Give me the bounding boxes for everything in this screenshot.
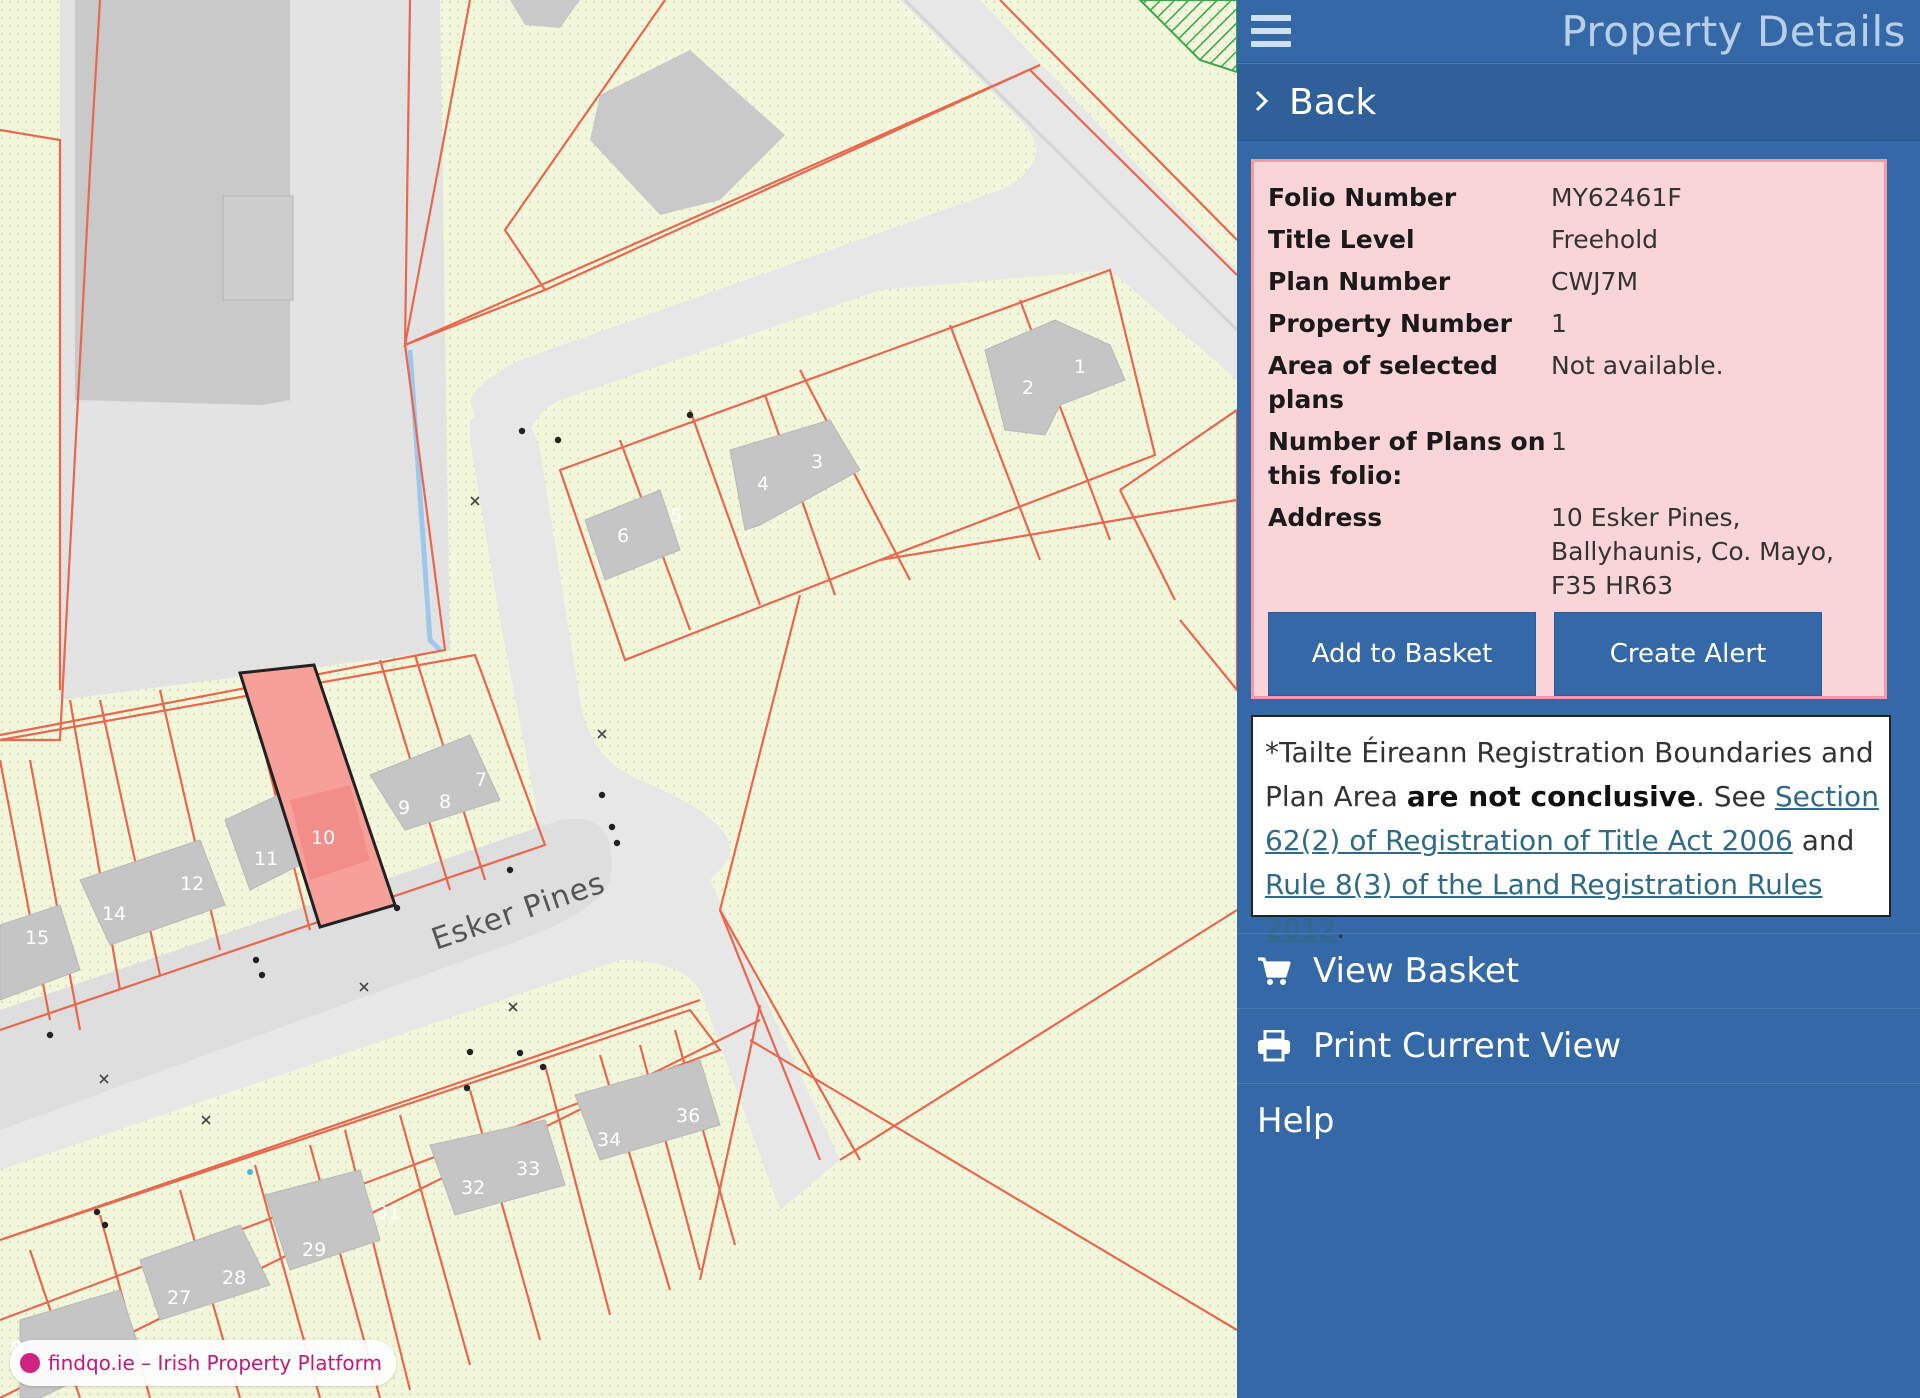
disclaimer-text: and (1792, 824, 1855, 857)
detail-value: MY62461F (1551, 183, 1682, 212)
house-number: 6 (617, 525, 629, 547)
house-number: 27 (167, 1287, 191, 1309)
watermark-text: findqo.ie – Irish Property Platform (48, 1351, 382, 1375)
house-number: 36 (676, 1105, 700, 1127)
house-number: 9 (398, 797, 410, 819)
detail-row: Folio Number MY62461F (1268, 178, 1870, 220)
print-current-view-label: Print Current View (1313, 1025, 1622, 1066)
house-number: 7 (475, 769, 487, 791)
detail-value: 10 Esker Pines, Ballyhaunis, Co. Mayo, F… (1551, 503, 1835, 600)
house-number: 28 (222, 1267, 246, 1289)
house-number: 12 (180, 873, 204, 895)
house-number: 32 (461, 1177, 485, 1199)
detail-key: Folio Number (1268, 183, 1457, 212)
detail-row: Address 10 Esker Pines, Ballyhaunis, Co.… (1268, 498, 1870, 608)
add-to-basket-button[interactable]: Add to Basket (1268, 612, 1536, 696)
action-buttons: Add to Basket Create Alert (1268, 612, 1870, 696)
back-label: Back (1289, 81, 1377, 123)
shopping-cart-icon (1257, 954, 1293, 988)
detail-row: Area of selected plans Not available. (1268, 346, 1870, 422)
house-number: 2 (1022, 377, 1034, 399)
house-number: 5 (670, 505, 682, 527)
details-table: Folio Number MY62461F Title Level Freeho… (1268, 178, 1870, 608)
house-number: 29 (302, 1239, 326, 1261)
map-view[interactable]: Esker Pines 1 2 3 4 5 6 7 8 9 10 11 12 1… (0, 0, 1237, 1398)
disclaimer-emphasis: are not conclusive (1406, 780, 1696, 813)
house-number: 33 (516, 1158, 540, 1180)
detail-value: Not available. (1551, 351, 1724, 380)
back-button[interactable]: Back (1237, 63, 1920, 141)
house-number: 31 (376, 1202, 400, 1224)
panel-header: Property Details (1237, 0, 1920, 63)
detail-value: CWJ7M (1551, 267, 1639, 296)
detail-row: Number of Plans on this folio: 1 (1268, 422, 1870, 498)
detail-key: Address (1268, 503, 1383, 532)
view-basket-label: View Basket (1313, 950, 1520, 991)
house-number: 3 (811, 451, 823, 473)
printer-icon (1257, 1029, 1293, 1063)
detail-key: Title Level (1268, 225, 1415, 254)
view-basket-menu-item[interactable]: View Basket (1237, 933, 1920, 1007)
panel-title: Property Details (1561, 6, 1906, 56)
house-number: 10 (311, 827, 335, 849)
disclaimer-box: *Tailte Éireann Registration Boundaries … (1251, 715, 1891, 945)
help-menu-item[interactable]: Help (1237, 1083, 1920, 1157)
create-alert-button[interactable]: Create Alert (1554, 612, 1822, 696)
detail-key: Property Number (1268, 309, 1512, 338)
detail-value: Freehold (1551, 225, 1659, 254)
detail-row: Title Level Freehold (1268, 220, 1870, 262)
detail-key: Area of selected plans (1268, 351, 1498, 414)
help-label: Help (1257, 1100, 1335, 1141)
watermark: findqo.ie – Irish Property Platform (10, 1340, 396, 1386)
hamburger-menu-icon[interactable] (1251, 15, 1291, 47)
house-number: 4 (757, 473, 769, 495)
map-canvas[interactable]: Esker Pines 1 2 3 4 5 6 7 8 9 10 11 12 1… (0, 0, 1237, 1398)
disclaimer-text: . See (1695, 780, 1775, 813)
detail-row: Property Number 1 (1268, 304, 1870, 346)
print-current-view-menu-item[interactable]: Print Current View (1237, 1008, 1920, 1082)
house-number: 1 (1074, 356, 1086, 378)
detail-row: Plan Number CWJ7M (1268, 262, 1870, 304)
chevron-right-icon (1255, 86, 1269, 119)
globe-icon (10, 1340, 40, 1373)
detail-value: 1 (1551, 309, 1567, 338)
house-number: 34 (597, 1129, 621, 1151)
building (222, 195, 294, 301)
house-number: 14 (102, 903, 126, 925)
house-number: 8 (439, 791, 451, 813)
detail-key: Plan Number (1268, 267, 1451, 296)
detail-value: 1 (1551, 427, 1567, 456)
house-number: 15 (25, 927, 49, 949)
property-details-card: Folio Number MY62461F Title Level Freeho… (1251, 159, 1887, 699)
house-number: 11 (254, 848, 278, 870)
detail-key: Number of Plans on this folio: (1268, 427, 1546, 490)
property-details-panel: Property Details Back Folio Number MY624… (1237, 0, 1920, 1398)
